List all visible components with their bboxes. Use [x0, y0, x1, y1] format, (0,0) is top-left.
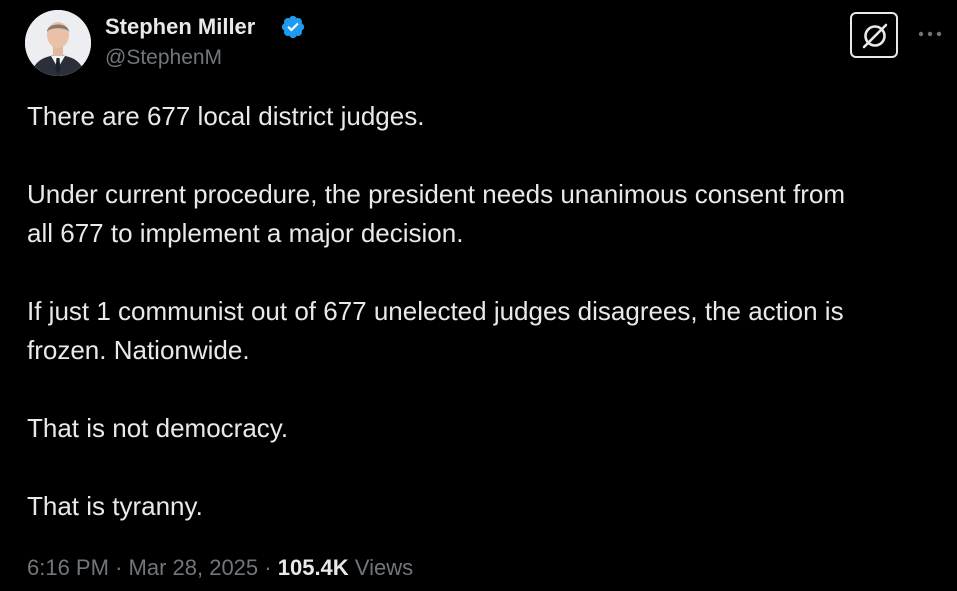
tweet-date[interactable]: Mar 28, 2025	[129, 555, 259, 580]
tweet-line: There are 677 local district judges.	[27, 101, 425, 131]
tweet-line: frozen. Nationwide.	[27, 335, 250, 365]
author-handle[interactable]: @StephenM	[105, 45, 222, 71]
tweet-paragraph: There are 677 local district judges.	[27, 97, 932, 136]
avatar[interactable]	[25, 10, 91, 76]
tweet-line: That is not democracy.	[27, 413, 289, 443]
grok-button[interactable]	[850, 12, 898, 58]
tweet-meta: 6:16 PM · Mar 28, 2025 · 105.4K Views	[27, 553, 413, 583]
tweet-paragraph: If just 1 communist out of 677 unelected…	[27, 292, 932, 370]
tweet-line: all 677 to implement a major decision.	[27, 218, 464, 248]
tweet-paragraph: That is not democracy.	[27, 409, 932, 448]
meta-separator: ·	[115, 555, 123, 580]
grok-icon	[862, 23, 888, 49]
tweet-line: If just 1 communist out of 677 unelected…	[27, 296, 844, 326]
author-display-name[interactable]: Stephen Miller	[105, 13, 255, 41]
profile-photo-icon	[25, 10, 91, 76]
tweet-card: Stephen Miller @StephenM There are 677 l…	[0, 0, 957, 591]
meta-separator: ·	[264, 555, 272, 580]
more-options-icon[interactable]	[915, 22, 945, 46]
tweet-paragraph: Under current procedure, the president n…	[27, 175, 932, 253]
views-label: Views	[354, 555, 414, 580]
tweet-text: There are 677 local district judges. Und…	[27, 97, 932, 526]
tweet-paragraph: That is tyranny.	[27, 487, 932, 526]
tweet-line: That is tyranny.	[27, 491, 203, 521]
views-count: 105.4K	[277, 555, 349, 580]
tweet-time[interactable]: 6:16 PM	[27, 555, 109, 580]
tweet-line: Under current procedure, the president n…	[27, 179, 846, 209]
verified-badge-icon	[281, 15, 305, 39]
